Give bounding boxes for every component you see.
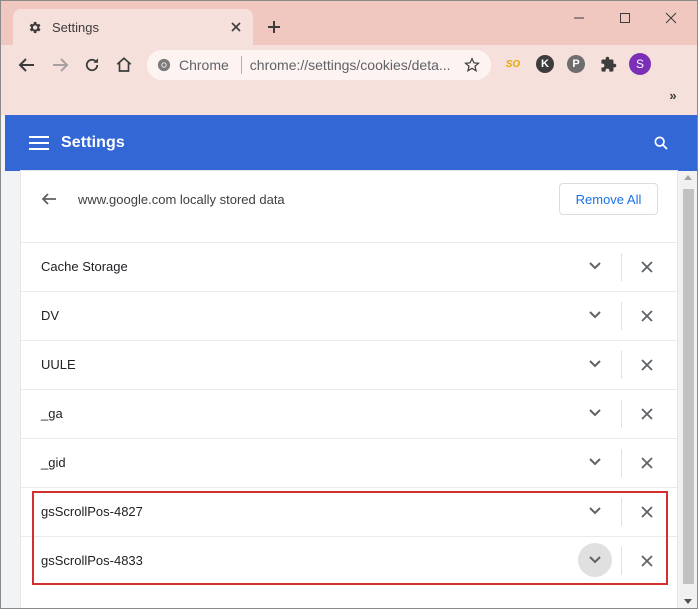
so-extension-glyph: SO [505,58,521,70]
hamburger-menu-icon[interactable] [29,134,49,152]
row-divider [621,253,622,281]
tab-close-icon[interactable] [227,18,245,36]
profile-initial: S [635,57,644,71]
list-item-label: gsScrollPos-4827 [41,504,143,519]
subpage-back-arrow-icon[interactable] [39,189,59,209]
tab-settings[interactable]: Settings [13,9,253,45]
chevron-down-icon[interactable] [578,494,612,528]
chevron-down-icon[interactable] [578,347,612,381]
scrollbar[interactable] [680,171,697,608]
list-item: gsScrollPos-4833 [21,536,677,585]
list-item: DV [21,291,677,340]
gear-icon [26,19,42,35]
list-item-label: gsScrollPos-4833 [41,553,143,568]
scroll-up-arrow-icon[interactable] [684,175,692,180]
remove-item-close-icon[interactable] [635,451,659,475]
chevron-down-icon[interactable] [578,249,612,283]
scrollbar-thumb[interactable] [683,189,694,584]
remove-item-close-icon[interactable] [635,500,659,524]
row-divider [621,449,622,477]
so-extension-icon[interactable]: SO [502,53,524,75]
row-divider [621,547,622,575]
profile-avatar[interactable]: S [629,53,651,75]
chevron-down-icon[interactable] [578,543,612,577]
puzzle-extensions-icon[interactable] [597,53,619,75]
chrome-chip-label: Chrome [179,57,229,73]
more-extensions-chevron-icon[interactable]: » [665,87,681,103]
pinterest-extension-glyph: P [567,55,585,73]
browser-toolbar: Chrome chrome://settings/cookies/deta...… [1,45,697,115]
remove-all-button[interactable]: Remove All [559,183,658,215]
remove-item-close-icon[interactable] [635,402,659,426]
settings-content: www.google.com locally stored data Remov… [5,171,697,608]
k-extension-glyph: K [536,55,554,73]
remove-item-close-icon[interactable] [635,549,659,573]
row-divider [621,302,622,330]
reload-icon[interactable] [80,53,104,77]
list-item: _gid [21,438,677,487]
close-icon[interactable] [656,6,686,30]
chevron-down-icon[interactable] [578,298,612,332]
url-text[interactable]: chrome://settings/cookies/deta... [250,57,468,73]
home-icon[interactable] [112,53,136,77]
chevron-down-icon[interactable] [578,396,612,430]
tab-title: Settings [52,19,99,35]
bookmark-star-icon[interactable] [463,56,481,74]
remove-item-close-icon[interactable] [635,353,659,377]
list-item: gsScrollPos-4827 [21,487,677,536]
new-tab-plus-icon[interactable] [263,16,285,38]
search-icon[interactable] [651,133,671,153]
row-divider [621,400,622,428]
site-data-card: www.google.com locally stored data Remov… [21,171,677,608]
remove-item-close-icon[interactable] [635,304,659,328]
row-divider [621,498,622,526]
pinterest-extension-icon[interactable]: P [565,53,587,75]
list-item: UULE [21,340,677,389]
forward-arrow-icon[interactable] [48,53,72,77]
list-item: Cache Storage [21,242,677,291]
list-item-label: _ga [41,406,63,421]
omnibox-separator [240,56,242,74]
subpage-header: www.google.com locally stored data Remov… [21,171,677,231]
list-item-label: _gid [41,455,66,470]
k-extension-icon[interactable]: K [534,53,556,75]
browser-window: Settings Chrome chrome://settings/cookie… [0,0,698,609]
list-item-label: UULE [41,357,76,372]
chrome-chip: Chrome [157,57,229,73]
page-title: Settings [61,134,125,151]
list-item: _ga [21,389,677,438]
row-divider [621,351,622,379]
remove-item-close-icon[interactable] [635,255,659,279]
scroll-down-arrow-icon[interactable] [684,599,692,604]
address-bar[interactable]: Chrome chrome://settings/cookies/deta... [147,50,491,80]
minimize-icon[interactable] [564,6,594,30]
title-bar: Settings [1,1,697,45]
chrome-logo-icon [157,58,171,72]
settings-header: Settings [5,115,697,171]
subpage-title: www.google.com locally stored data [78,192,285,207]
list-item-label: DV [41,308,60,323]
list-item-label: Cache Storage [41,259,128,274]
maximize-icon[interactable] [610,6,640,30]
back-arrow-icon[interactable] [15,53,39,77]
chevron-down-icon[interactable] [578,445,612,479]
